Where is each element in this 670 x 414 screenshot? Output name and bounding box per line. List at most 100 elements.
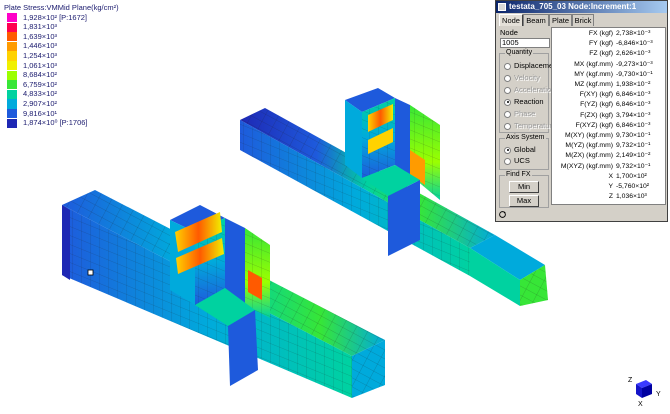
legend-swatch [7, 13, 17, 23]
result-row: Z 1,036×10³ [552, 192, 665, 201]
quantity-option: Temperature [504, 121, 556, 131]
max-button[interactable]: Max [509, 195, 539, 207]
result-row: F(YZ) (kgf) 6,846×10⁻³ [552, 100, 665, 109]
quantity-option-label: Reaction [514, 97, 544, 106]
axis-y-label: Y [656, 391, 661, 398]
tab-brick[interactable]: Brick [572, 14, 594, 26]
result-row: M(ZX) (kgf.mm) 2,149×10⁻² [552, 151, 665, 160]
result-label: F(YZ) (kgf) [580, 101, 613, 109]
legend-value: 1,874×10⁰ [P:1706] [23, 118, 88, 128]
node-label: Node [500, 28, 518, 37]
axis-system-option-label: Global [514, 145, 536, 154]
result-label: M(XYZ) (kgf.mm) [560, 162, 613, 170]
find-group-title: Find FX [505, 171, 532, 178]
radio-button-icon[interactable] [504, 62, 511, 70]
radio-button-icon [504, 86, 511, 94]
legend-value: 9,816×10¹ [23, 108, 57, 118]
legend-value: 4,833×10² [23, 89, 57, 99]
legend-swatch [7, 51, 17, 61]
legend-value: 2,907×10² [23, 98, 57, 108]
result-row: FZ (kgf) 2,626×10⁻³ [552, 49, 665, 58]
result-label: MZ (kgf.mm) [574, 81, 613, 88]
tab-node[interactable]: Node [499, 14, 523, 26]
tab-beam[interactable]: Beam [523, 14, 549, 26]
legend-swatch [7, 80, 17, 90]
result-label: Z [608, 193, 613, 201]
result-value: 3,794×10⁻³ [616, 111, 651, 119]
axis-z-label: Z [628, 377, 633, 384]
quantity-option-label: Phase [514, 109, 536, 118]
result-row: FX (kgf) 2,738×10⁻³ [552, 29, 665, 38]
result-label: F(ZX) (kgf) [580, 111, 613, 119]
quantity-group: Quantity Displacement Velocity Acceleratio… [499, 49, 559, 133]
result-row: MY (kgf.mm) -9,730×10⁻¹ [552, 70, 665, 79]
result-label: M(XY) (kgf.mm) [565, 132, 613, 139]
result-label: FZ (kgf) [589, 50, 613, 58]
result-value: -5,760×10² [616, 183, 650, 190]
stress-legend: Plate Stress:VMMid Plane(kg/cm²) 1,928×1… [2, 1, 182, 151]
legend-value: 1,831×10³ [23, 22, 57, 32]
radio-button-icon [504, 122, 511, 130]
legend-swatch [7, 70, 17, 80]
legend-swatch [7, 109, 17, 119]
result-value: 2,149×10⁻² [616, 152, 651, 160]
result-value: 2,626×10⁻³ [616, 50, 651, 58]
node-results-window[interactable]: testata_705_03 Node:Increment:1 Node Bea… [495, 0, 668, 222]
result-label: M(YZ) (kgf.mm) [565, 142, 613, 150]
quantity-option-label: Temperature [514, 121, 557, 130]
result-row: F(XY) (kgf) 6,846×10⁻³ [552, 90, 665, 99]
legend-value: 1,639×10³ [23, 31, 57, 41]
result-row: X 1,700×10² [552, 172, 665, 181]
quantity-option-label: Velocity [514, 73, 540, 82]
result-row: M(XY) (kgf.mm) 9,730×10⁻¹ [552, 131, 665, 140]
result-row: F(ZX) (kgf) 3,794×10⁻³ [552, 111, 665, 120]
result-value: 6,846×10⁻³ [616, 101, 651, 109]
axis-x-label: X [638, 401, 643, 408]
axis-system-group: Axis System Global UCS [499, 134, 549, 170]
axis-system-group-title: Axis System [505, 134, 546, 141]
node-number-input[interactable]: 1005 [500, 38, 550, 48]
radio-button-icon[interactable] [504, 98, 511, 106]
legend-swatch [7, 99, 17, 109]
result-label: MY (kgf.mm) [574, 70, 613, 78]
radio-button-icon[interactable] [504, 157, 511, 165]
legend-swatch [7, 41, 17, 51]
result-label: FY (kgf) [588, 40, 613, 48]
axis-system-option[interactable]: UCS [504, 156, 530, 166]
results-list[interactable]: FX (kgf) 2,738×10⁻³ FY (kgf) -6,846×10⁻³ FZ … [551, 27, 666, 205]
radio-button-icon [504, 74, 511, 82]
radio-button-icon[interactable] [504, 146, 511, 154]
legend-value: 8,684×10² [23, 70, 57, 80]
result-label: Y [608, 183, 613, 190]
find-group: Find FX Min Max [499, 171, 549, 208]
result-value: 1,036×10³ [616, 193, 647, 201]
legend-swatch [7, 61, 17, 71]
legend-swatch [7, 32, 17, 42]
result-value: 9,732×10⁻¹ [616, 162, 651, 170]
legend-swatch [7, 22, 17, 32]
quantity-option: Phase [504, 109, 535, 119]
result-value: 6,846×10⁻³ [616, 121, 651, 129]
quantity-option: Acceleration [504, 85, 555, 95]
result-row: M(YZ) (kgf.mm) 9,732×10⁻¹ [552, 141, 665, 150]
app-icon [498, 3, 506, 11]
min-button[interactable]: Min [509, 181, 539, 193]
quantity-group-title: Quantity [505, 49, 534, 56]
legend-value: 1,446×10³ [23, 41, 57, 51]
axis-system-option-label: UCS [514, 156, 530, 165]
window-title: testata_705_03 Node:Increment:1 [509, 2, 637, 11]
axis-system-option[interactable]: Global [504, 145, 536, 155]
result-label: FX (kgf) [588, 30, 613, 37]
result-value: 6,846×10⁻³ [616, 91, 651, 99]
status-bar [496, 208, 667, 221]
result-row: FY (kgf) -6,846×10⁻³ [552, 39, 665, 48]
quantity-option[interactable]: Reaction [504, 97, 544, 107]
front-beam-model [62, 190, 385, 398]
legend-swatch [7, 118, 17, 128]
result-row: MX (kgf.mm) -9,273×10⁻³ [552, 60, 665, 69]
tab-plate[interactable]: Plate [549, 14, 572, 26]
result-row: MZ (kgf.mm) 1,938×10⁻² [552, 80, 665, 89]
sync-icon[interactable] [498, 210, 507, 219]
quantity-option: Velocity [504, 73, 540, 83]
window-titlebar[interactable]: testata_705_03 Node:Increment:1 [496, 1, 667, 13]
